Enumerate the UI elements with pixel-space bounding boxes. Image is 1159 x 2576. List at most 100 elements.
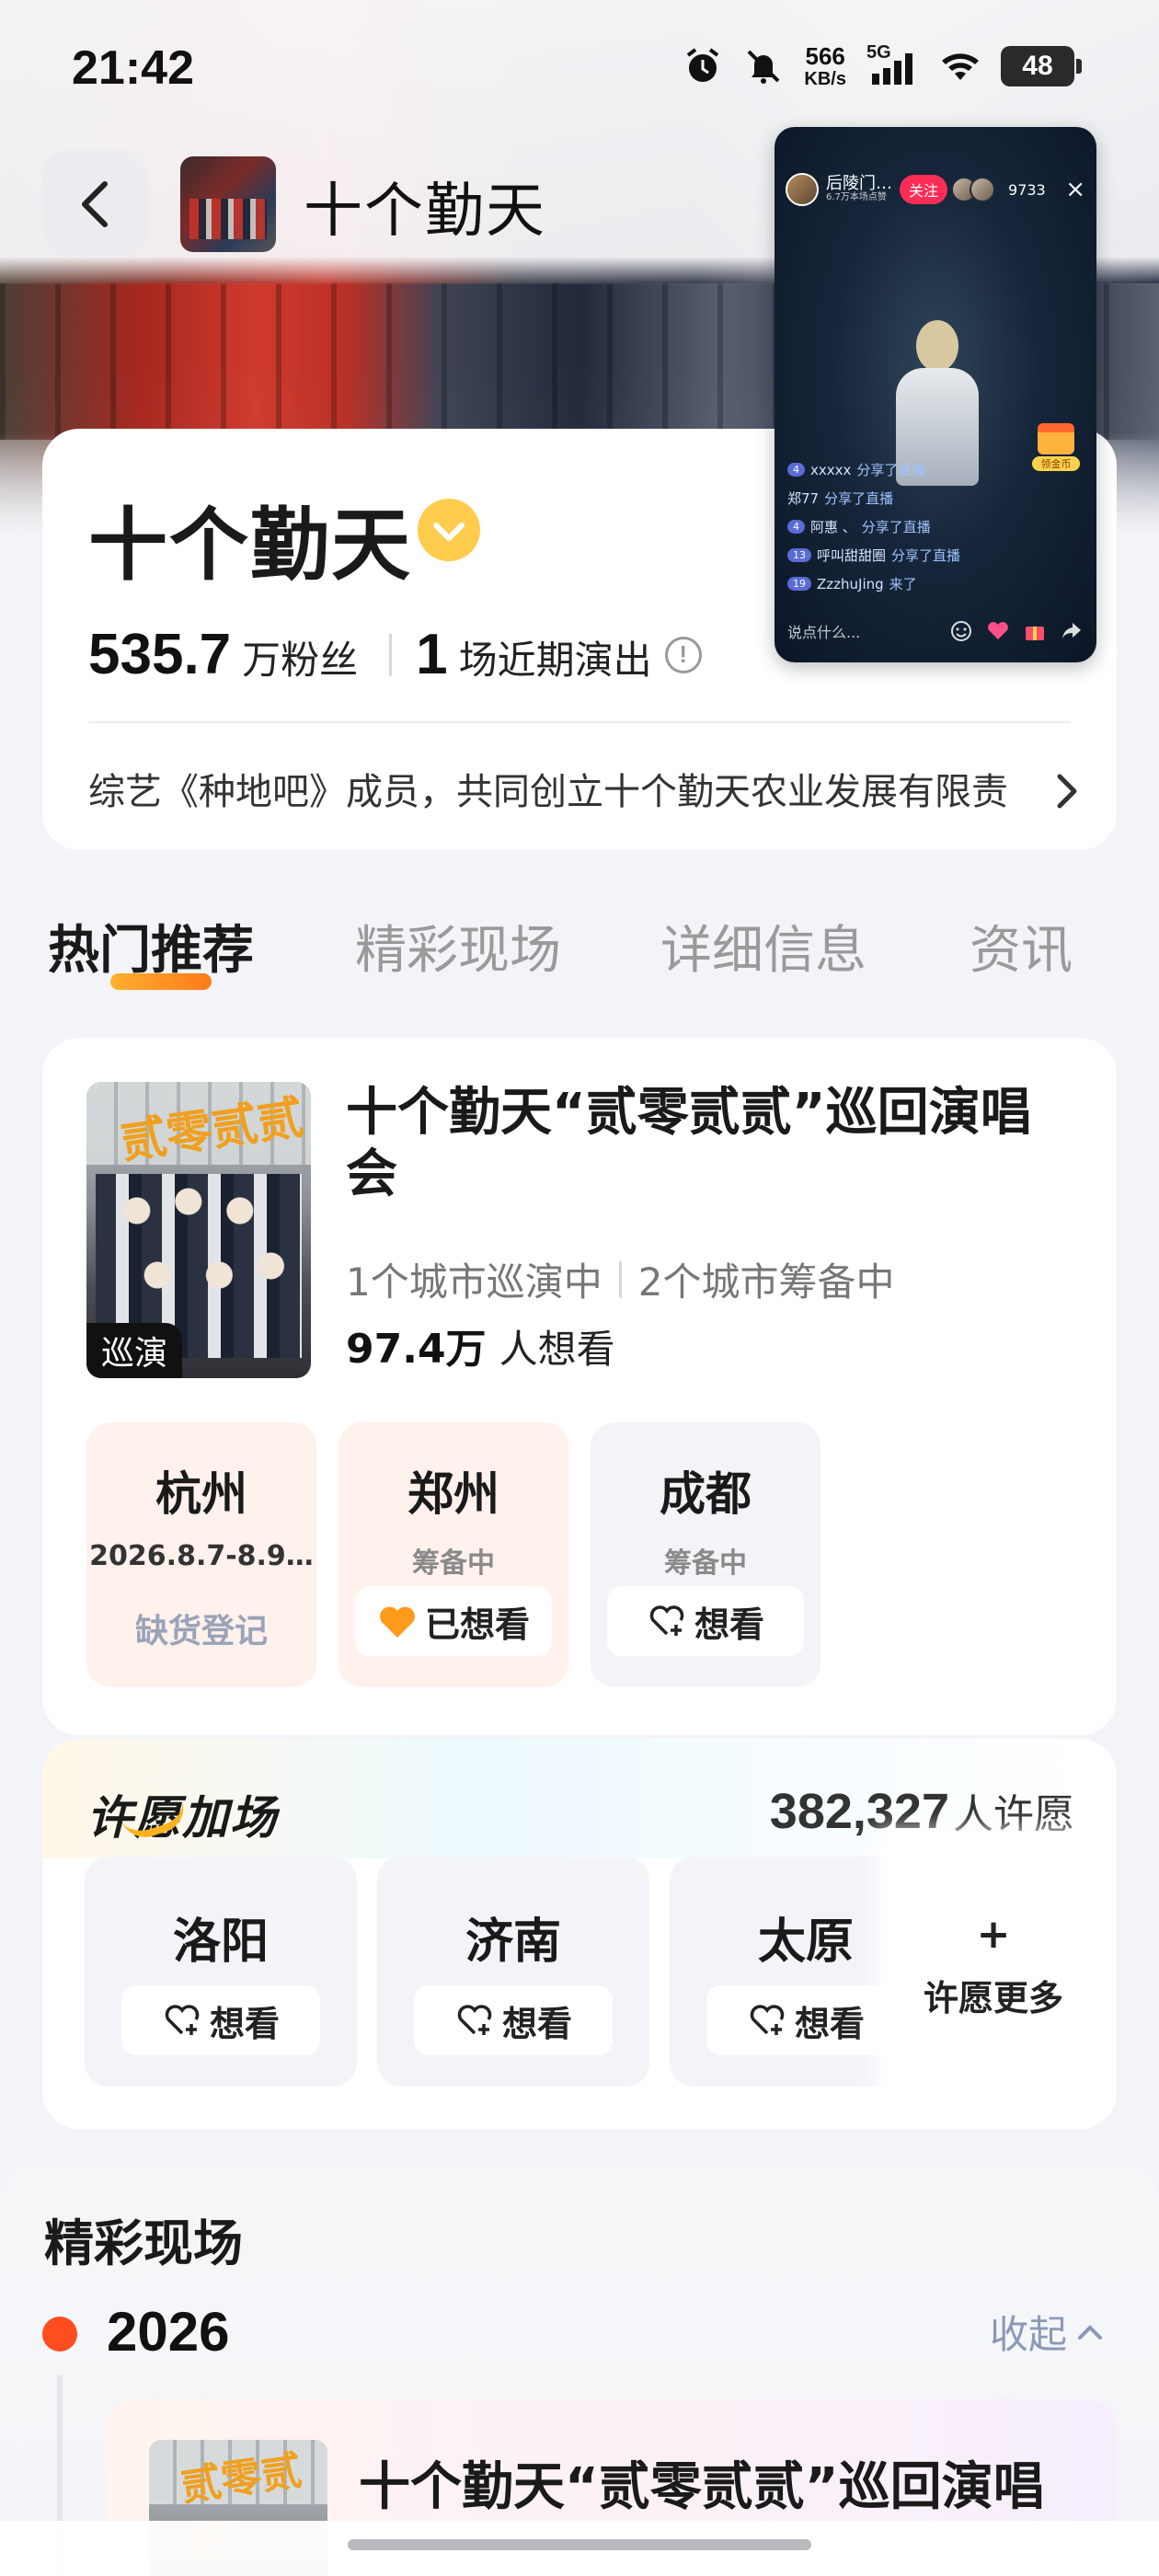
bell-off-icon [748,50,780,84]
info-icon[interactable]: ! [664,636,702,673]
city-card-zhengzhou[interactable]: 郑州 筹备中 已想看 [339,1422,568,1687]
host-subtitle: 6.7万本场点赞 [826,192,887,203]
comment-user: xxxxx [810,461,852,478]
city-card-hangzhou[interactable]: 杭州 2026.8.7-8.9… 缺货登记 [86,1422,316,1687]
tab-live-highlights[interactable]: 精彩现场 [355,909,561,983]
heart-filled-icon [380,1606,415,1638]
wish-city-luoyang[interactable]: 洛阳 想看 [85,1857,357,2087]
artist-bio[interactable]: 综艺《种地吧》成员，共同创立十个勤天农业发展有限责 [88,762,1041,815]
timeline-dot [42,2317,77,2352]
city-status: 筹备中 [412,1547,495,1580]
comment-action: 分享了直播 [891,547,961,564]
tab-news[interactable]: 资讯 [970,909,1073,983]
chevron-up-icon [1078,2324,1102,2340]
host-avatar[interactable] [786,173,819,206]
want-label: 想看 [209,2003,280,2044]
stock-register-button[interactable]: 缺货登记 [86,1604,316,1652]
preparing-count: 2个城市筹备中 [637,1259,895,1305]
live-comments: 4 xxxxx 分享了直播 郑77 分享了直播 4 阿惠 、 分享了直播 13 … [787,460,1027,603]
tour-poster[interactable]: 贰零贰贰 巡演 [86,1082,311,1378]
wish-city-jinan[interactable]: 济南 想看 [377,1857,649,2087]
collapse-button[interactable]: 收起 [990,2304,1104,2360]
want-button[interactable]: 想看 [121,1985,320,2055]
plus-icon: + [976,1910,1011,1958]
highlight-title[interactable]: 十个勤天“贰零贰贰”巡回演唱 [359,2445,1045,2520]
live-comment: 郑77 分享了直播 [787,489,1027,508]
net-speed-unit: KB/s [804,69,846,89]
level-badge: 4 [787,463,805,477]
status-bar: 21:42 566 KB/s 5G 48 [0,0,1159,138]
page-title: 十个勤天 [304,178,546,246]
shows-label: 场近期演出 [458,638,652,683]
section-title: 精彩现场 [44,2214,243,2272]
tab-bar: 热门推荐 精彩现场 详细信息 资讯 [48,909,1133,1001]
city-name: 成都 [660,1467,752,1521]
battery-icon: 48 [1001,46,1082,86]
follow-button[interactable]: 关注 [900,175,948,204]
level-badge: 4 [787,520,805,534]
heart-plus-icon [649,1605,684,1636]
home-indicator[interactable] [348,2539,811,2550]
artist-thumbnail[interactable] [180,156,276,252]
fans-count: 535.7 [88,623,232,686]
back-button[interactable] [42,151,149,258]
chevron-right-icon[interactable] [1050,771,1084,811]
tab-details[interactable]: 详细信息 [660,909,866,983]
tour-card[interactable]: 贰零贰贰 巡演 十个勤天“贰零贰贰”巡回演唱会 1个城市巡演中 2个城市筹备中 … [42,1038,1117,1735]
viewer-count: 9733 [1008,180,1046,199]
city-card-chengdu[interactable]: 成都 筹备中 想看 [591,1422,820,1687]
signal-icon: 5G [866,42,920,86]
fans-label: 万粉丝 [242,638,359,683]
net-speed-value: 566 [805,42,845,70]
heart-icon[interactable] [986,619,1010,643]
status-icons: 566 KB/s 5G 48 [683,42,1082,88]
gift-coin-icon[interactable]: 领金币 [1032,423,1080,475]
want-button[interactable]: 想看 [706,1985,905,2055]
gift-tag: 领金币 [1032,456,1080,471]
emoji-icon[interactable] [949,619,973,643]
want-label: 想看 [501,2003,572,2044]
city-name: 洛阳 [172,1915,269,1970]
comment-action: 分享了直播 [856,462,926,478]
live-comment: 19 ZzzhuJing 来了 [787,574,1027,593]
want-button[interactable]: 想看 [607,1586,804,1656]
tour-title[interactable]: 十个勤天“贰零贰贰”巡回演唱会 [346,1082,1082,1205]
share-icon[interactable] [1060,619,1084,643]
comment-user: ZzzhuJing [817,575,884,592]
wifi-icon [942,53,979,80]
wanted-button[interactable]: 已想看 [355,1586,552,1656]
tour-want-count: 97.4万 人想看 [346,1316,615,1374]
want-label: 想看 [694,1604,764,1645]
wanted-label: 已想看 [424,1604,530,1645]
comment-user: 阿惠 、 [810,519,856,535]
live-comment: 13 呼叫甜甜圈 分享了直播 [787,546,1027,565]
tab-active-indicator [110,973,212,990]
host-info: 后陵门… 6.7万本场点赞 [826,175,892,203]
touring-count: 1个城市巡演中 [346,1259,602,1305]
net-speed: 566 KB/s [804,44,846,88]
alarm-icon [687,48,719,82]
heart-plus-icon [750,2005,785,2035]
close-icon[interactable]: × [1065,176,1085,203]
want-label: 人想看 [499,1327,615,1372]
stats-divider [389,633,393,676]
city-date: 2026.8.7-8.9… [89,1540,314,1572]
wish-more-label: 许愿更多 [923,1977,1063,2018]
status-time: 21:42 [72,41,194,95]
artist-name: 十个勤天 [88,500,412,592]
floating-live-video[interactable]: 后陵门… 6.7万本场点赞 关注 9733 × 领金币 4 xxxxx 分享了直… [775,127,1096,662]
want-button[interactable]: 想看 [414,1985,613,2055]
viewer-avatars [951,177,996,202]
tour-status: 1个城市巡演中 2个城市筹备中 [346,1251,894,1307]
want-count: 97.4万 [346,1326,487,1373]
comment-action: 来了 [889,576,917,592]
tab-hot-recommend[interactable]: 热门推荐 [48,909,254,983]
wish-more-button[interactable]: + 许愿更多 [892,1831,1095,2103]
live-comment: 4 xxxxx 分享了直播 [787,460,1027,479]
highlights-section: 精彩现场 2026 收起 贰零贰贰 十个勤天“贰零贰贰”巡回演唱 [0,2162,1159,2576]
shows-count: 1 [416,623,448,686]
live-comment-input[interactable]: 说点什么... [787,620,936,642]
chevron-left-icon [82,181,108,227]
gift-icon[interactable] [1023,619,1047,643]
wish-card: 许愿加场 382,327 人许愿 洛阳 想看 济南 想看 太原 想看 + 许愿更… [42,1739,1117,2129]
